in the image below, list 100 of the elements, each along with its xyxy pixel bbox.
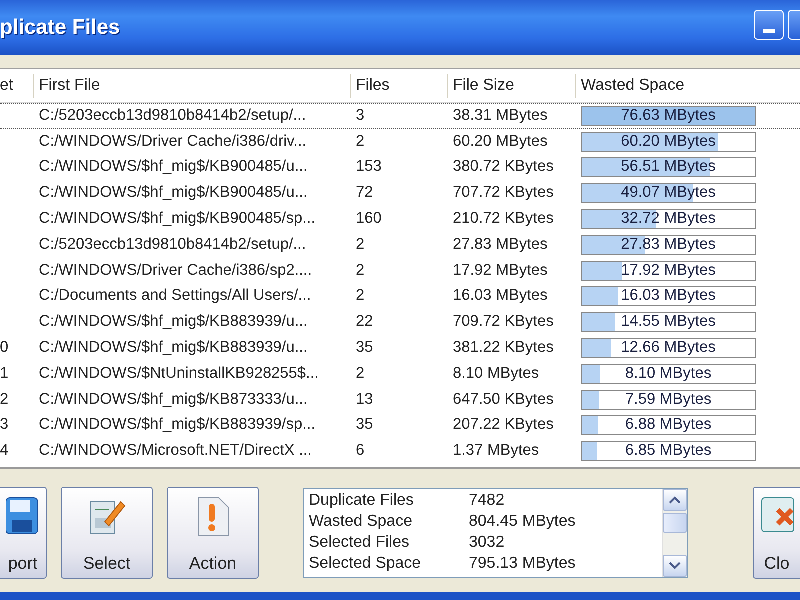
list-row[interactable]: C:/WINDOWS/$hf_mig$/KB900485/u... 153 380.72 KBytes 56.51 MBytes [0, 154, 800, 180]
column-header[interactable]: et [0, 74, 33, 98]
column-header[interactable]: Wasted Space [575, 74, 800, 98]
scrollbar-thumb[interactable] [663, 512, 687, 532]
column-header[interactable]: First File [33, 74, 350, 98]
table-cell-text: 27.83 MBytes [452, 236, 548, 254]
summary-value: 7482 [469, 492, 506, 510]
table-cell: 3 [0, 416, 9, 434]
table-cell-text: 17.92 MBytes [452, 262, 548, 280]
window-title: plicate Files [0, 16, 120, 40]
table-cell-text: 210.72 KBytes [452, 210, 554, 228]
summary-value: 795.13 MBytes [469, 555, 577, 573]
wasted-space-bar: 7.59 MBytes [581, 390, 756, 410]
wasted-space-bar: 76.63 MBytes [581, 106, 756, 126]
table-cell-text: C:/WINDOWS/$hf_mig$/KB900485/sp... [38, 210, 316, 228]
table-cell-text: 35 [355, 416, 374, 434]
table-cell-text: 8.10 MBytes [452, 364, 540, 383]
table-cell-text: 2 [355, 236, 365, 254]
table-cell: 0 [0, 339, 9, 358]
table-cell-text: C:/WINDOWS/$hf_mig$/KB883939/u... [38, 313, 308, 332]
wasted-space-bar: 27.83 MBytes [581, 234, 756, 255]
table-cell-text: 160 [355, 210, 382, 228]
table-cell-text: 16.03 MBytes [452, 287, 548, 306]
toolbar-button[interactable]: Action [167, 486, 259, 578]
table-cell-text: 22 [355, 313, 374, 332]
table-cell-text: 207.22 KBytes [452, 416, 554, 434]
maximize-button[interactable] [788, 10, 800, 40]
column-header[interactable]: File Size [447, 74, 575, 98]
list-row[interactable]: C:/WINDOWS/$hf_mig$/KB900485/sp... 160 210.72 KBytes 32.72 MBytes [0, 206, 800, 232]
list-row[interactable]: 0 C:/WINDOWS/$hf_mig$/KB883939/u... 35 381.22 KBytes 12.66 MBytes [0, 335, 800, 361]
summary-label: Selected Space [309, 555, 422, 573]
table-cell-text: 709.72 KBytes [452, 313, 554, 332]
table-cell-text: 1.37 MBytes [452, 442, 540, 460]
wasted-space-bar: 60.20 MBytes [581, 132, 756, 152]
table-cell-text: 72 [355, 184, 374, 202]
list-row[interactable]: 1 C:/WINDOWS/$NtUninstallKB928255$... 2 8.10 MBytes 8.10 MBytes [0, 360, 800, 387]
table-cell: 2 [0, 390, 9, 409]
table-cell-text: 707.72 KBytes [452, 184, 554, 202]
wasted-space-bar: 17.92 MBytes [581, 260, 756, 281]
close-button[interactable]: Clo [753, 486, 800, 578]
chevron-up-icon [669, 496, 681, 504]
table-cell-text: 13 [355, 390, 374, 409]
table-cell-text: C:/5203eccb13d9810b8414b2/setup/... [38, 236, 306, 254]
table-cell-text: 381.22 KBytes [452, 339, 554, 358]
table-cell-text: C:/5203eccb13d9810b8414b2/setup/... [38, 106, 306, 125]
wasted-space-bar: 6.85 MBytes [581, 441, 756, 462]
list-row[interactable]: C:/WINDOWS/$hf_mig$/KB883939/u... 22 709.72 KBytes 14.55 MBytes [0, 309, 800, 336]
table-cell: 1 [0, 364, 9, 383]
table-cell-text: 2 [355, 262, 365, 280]
table-cell-text: 35 [355, 339, 374, 358]
table-cell-text: 60.20 MBytes [452, 132, 548, 151]
list-row[interactable]: 4 C:/WINDOWS/Microsoft.NET/DirectX ... 6 1.37 MBytes 6.85 MBytes [0, 438, 800, 464]
summary-label: Selected Files [309, 534, 410, 552]
table-cell-text: C:/WINDOWS/$hf_mig$/KB883939/sp... [38, 416, 316, 434]
wasted-space-bar: 14.55 MBytes [581, 312, 756, 332]
wasted-space-bar: 6.88 MBytes [581, 415, 756, 436]
table-cell-text: 647.50 KBytes [452, 390, 554, 409]
table-cell-text: 380.72 KBytes [452, 158, 554, 176]
table-cell: 4 [0, 442, 9, 460]
wasted-space-bar: 16.03 MBytes [581, 286, 756, 306]
list-row[interactable]: C:/WINDOWS/$hf_mig$/KB900485/u... 72 707.72 KBytes 49.07 MBytes [0, 180, 800, 206]
list-row[interactable]: C:/WINDOWS/Driver Cache/i386/driv... 2 60.20 MBytes 60.20 MBytes [0, 128, 800, 155]
column-header[interactable]: Files [350, 74, 447, 98]
summary-label: Wasted Space [309, 513, 414, 531]
table-cell-text: C:/WINDOWS/$hf_mig$/KB900485/u... [38, 184, 308, 202]
summary-value: 3032 [469, 534, 506, 552]
scroll-up-button[interactable] [663, 488, 687, 510]
table-cell-text: C:/WINDOWS/$hf_mig$/KB883939/u... [38, 339, 308, 358]
table-cell-text: C:/WINDOWS/$hf_mig$/KB873333/u... [38, 390, 308, 409]
table-cell-text: 38.31 MBytes [452, 106, 548, 125]
table-cell-text: C:/WINDOWS/Microsoft.NET/DirectX ... [38, 442, 312, 460]
list-row[interactable]: C:/5203eccb13d9810b8414b2/setup/... 3 38.31 MBytes 76.63 MBytes [0, 103, 800, 129]
toolbar-button[interactable]: port [0, 486, 47, 578]
list-row[interactable]: C:/Documents and Settings/All Users/... 2 16.03 MBytes 16.03 MBytes [0, 284, 800, 310]
list-row[interactable]: 2 C:/WINDOWS/$hf_mig$/KB873333/u... 13 647.50 KBytes 7.59 MBytes [0, 386, 800, 413]
wasted-space-bar: 56.51 MBytes [581, 157, 756, 178]
table-cell-text: C:/WINDOWS/Driver Cache/i386/sp2.... [38, 262, 312, 280]
summary-value: 804.45 MBytes [469, 513, 577, 531]
table-cell-text: 2 [355, 132, 365, 151]
table-cell-text: 6 [355, 442, 365, 460]
list-row[interactable]: 3 C:/WINDOWS/$hf_mig$/KB883939/sp... 35 207.22 KBytes 6.88 MBytes [0, 412, 800, 438]
window-close-icon [760, 496, 794, 536]
wasted-space-bar: 12.66 MBytes [581, 338, 756, 358]
minimize-button[interactable] [754, 10, 784, 40]
table-cell-text: 2 [355, 287, 365, 306]
list-row[interactable]: C:/WINDOWS/Driver Cache/i386/sp2.... 2 17.92 MBytes 17.92 MBytes [0, 258, 800, 284]
table-cell-text: 153 [355, 158, 382, 176]
wasted-space-bar: 49.07 MBytes [581, 183, 756, 204]
scroll-down-button[interactable] [663, 554, 687, 576]
table-cell-text: C:/WINDOWS/Driver Cache/i386/driv... [38, 132, 307, 151]
table-cell-text: 2 [355, 364, 365, 383]
list-row[interactable]: C:/5203eccb13d9810b8414b2/setup/... 2 27.83 MBytes 27.83 MBytes [0, 232, 800, 258]
wasted-space-bar: 32.72 MBytes [581, 209, 756, 230]
wasted-space-bar: 8.10 MBytes [581, 364, 756, 384]
summary-label: Duplicate Files [309, 492, 415, 510]
table-cell-text: 3 [355, 106, 365, 125]
table-cell-text: C:/Documents and Settings/All Users/... [38, 287, 312, 306]
table-cell-text: C:/WINDOWS/$hf_mig$/KB900485/u... [38, 158, 308, 176]
toolbar-button[interactable]: Select [61, 486, 153, 578]
minimize-icon [763, 29, 775, 33]
